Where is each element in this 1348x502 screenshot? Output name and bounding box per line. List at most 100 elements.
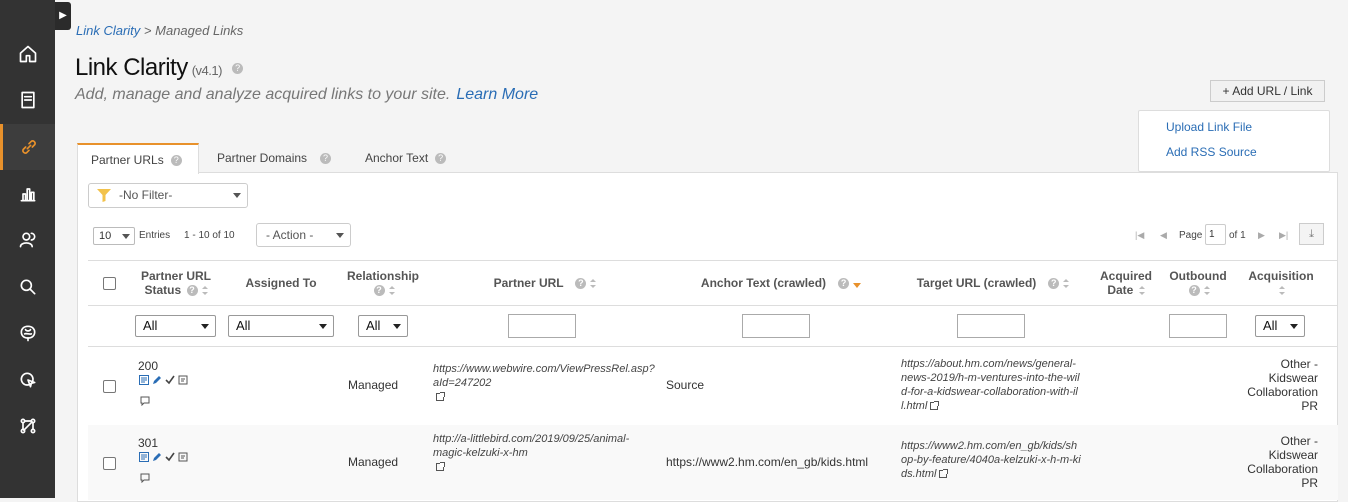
upload-link-file-item[interactable]: Upload Link File bbox=[1166, 120, 1252, 134]
check-icon[interactable] bbox=[165, 375, 175, 385]
partner-url-filter-input[interactable] bbox=[508, 314, 576, 338]
status-code: 301 bbox=[138, 436, 159, 450]
learn-more-link[interactable]: Learn More bbox=[456, 86, 538, 103]
sidebar-item-links[interactable] bbox=[0, 124, 55, 170]
sort-icon[interactable] bbox=[1063, 279, 1070, 289]
action-value: - Action - bbox=[266, 228, 314, 242]
help-icon[interactable]: ? bbox=[170, 155, 182, 167]
page-input[interactable]: 1 bbox=[1205, 224, 1226, 245]
sidebar-item-documents[interactable] bbox=[0, 77, 55, 123]
column-header-status[interactable]: Partner URL Status ? bbox=[130, 269, 222, 297]
target-url-link[interactable]: https://about.hm.com/news/general-news-2… bbox=[901, 357, 1081, 413]
next-page-icon[interactable]: ▶ bbox=[1258, 230, 1265, 241]
status-filter-select[interactable]: All bbox=[135, 315, 216, 337]
column-header-label: Outbound bbox=[1169, 269, 1227, 283]
sidebar-item-search[interactable] bbox=[0, 264, 55, 310]
external-link-icon[interactable] bbox=[436, 462, 445, 472]
sidebar-toggle[interactable]: ▶ bbox=[55, 2, 71, 30]
sort-icon[interactable] bbox=[388, 286, 395, 296]
note-icon[interactable] bbox=[178, 452, 188, 462]
assigned-filter-select[interactable]: All bbox=[228, 315, 334, 337]
sort-icon[interactable] bbox=[201, 286, 208, 296]
help-icon[interactable]: ? bbox=[1048, 278, 1060, 290]
comment-icon[interactable] bbox=[140, 473, 150, 483]
edit-icon[interactable] bbox=[152, 375, 162, 385]
entries-select[interactable]: 10 bbox=[93, 227, 135, 245]
sidebar-item-network[interactable] bbox=[0, 403, 55, 449]
anchor-text-value: Source bbox=[666, 378, 705, 392]
partner-url-text: https://www.webwire.com/ViewPressRel.asp… bbox=[433, 363, 655, 389]
page-label: Page bbox=[1179, 230, 1203, 241]
help-icon[interactable]: ? bbox=[231, 63, 243, 75]
column-header-acquisition[interactable]: Acquisition bbox=[1240, 269, 1322, 297]
comment-icon[interactable] bbox=[140, 396, 150, 406]
help-icon[interactable]: ? bbox=[320, 153, 332, 165]
sort-desc-icon[interactable] bbox=[853, 279, 862, 289]
action-select[interactable]: - Action - bbox=[256, 223, 351, 247]
external-link-icon[interactable] bbox=[930, 401, 940, 411]
range-label: 1 - 10 of 10 bbox=[184, 230, 235, 241]
help-icon[interactable]: ? bbox=[186, 285, 198, 297]
column-header-acquired-date[interactable]: Acquired Date bbox=[1090, 269, 1162, 297]
acquisition-filter-select[interactable]: All bbox=[1255, 315, 1305, 337]
check-icon[interactable] bbox=[165, 452, 175, 462]
chevron-down-icon bbox=[1290, 324, 1298, 329]
column-header-partner-url[interactable]: Partner URL ? bbox=[460, 276, 630, 290]
help-icon[interactable]: ? bbox=[575, 278, 587, 290]
add-rss-source-item[interactable]: Add RSS Source bbox=[1166, 145, 1257, 159]
help-icon[interactable]: ? bbox=[838, 278, 850, 290]
column-header-outbound[interactable]: Outbound? bbox=[1164, 269, 1232, 297]
details-icon[interactable] bbox=[139, 375, 149, 385]
sidebar-item-users[interactable] bbox=[0, 217, 55, 263]
sidebar-item-analytics[interactable] bbox=[0, 171, 55, 217]
edit-icon[interactable] bbox=[152, 452, 162, 462]
help-icon[interactable]: ? bbox=[373, 285, 385, 297]
column-header-anchor-text[interactable]: Anchor Text (crawled) ? bbox=[680, 276, 880, 290]
anchor-text-filter-input[interactable] bbox=[742, 314, 810, 338]
chevron-down-icon bbox=[233, 193, 241, 198]
target-url-link[interactable]: https://www2.hm.com/en_gb/kids/shop-by-f… bbox=[901, 439, 1081, 481]
last-page-icon[interactable]: ▶| bbox=[1279, 230, 1288, 241]
row-checkbox[interactable] bbox=[103, 457, 116, 470]
sort-icon[interactable] bbox=[590, 279, 597, 289]
note-icon[interactable] bbox=[178, 375, 188, 385]
sort-icon[interactable] bbox=[1138, 286, 1145, 296]
target-url-filter-input[interactable] bbox=[957, 314, 1025, 338]
cursor-target-icon bbox=[20, 372, 36, 388]
prev-page-icon[interactable]: ◀ bbox=[1160, 230, 1167, 241]
sort-icon[interactable] bbox=[1203, 286, 1210, 296]
sidebar-item-targeting[interactable] bbox=[0, 357, 55, 403]
sort-icon[interactable] bbox=[1279, 286, 1285, 296]
breadcrumb-current: Managed Links bbox=[155, 23, 244, 38]
external-link-icon[interactable] bbox=[939, 469, 949, 479]
row-checkbox[interactable] bbox=[103, 380, 116, 393]
sidebar-item-insights[interactable] bbox=[0, 310, 55, 356]
column-header-relationship[interactable]: Relationship? bbox=[340, 269, 426, 297]
tab-partner-domains[interactable]: Partner Domains? bbox=[217, 143, 332, 173]
outbound-filter-input[interactable] bbox=[1169, 314, 1227, 338]
filter-select[interactable]: -No Filter- bbox=[88, 183, 248, 208]
breadcrumb: Link Clarity > Managed Links bbox=[76, 23, 243, 38]
tab-anchor-text[interactable]: Anchor Text? bbox=[365, 143, 447, 173]
partner-url-link[interactable]: https://www.webwire.com/ViewPressRel.asp… bbox=[433, 362, 655, 404]
details-icon[interactable] bbox=[139, 452, 149, 462]
column-header-assigned[interactable]: Assigned To bbox=[236, 276, 326, 290]
help-icon[interactable]: ? bbox=[1188, 285, 1200, 297]
add-url-link-button[interactable]: + Add URL / Link bbox=[1210, 80, 1325, 102]
help-icon[interactable]: ? bbox=[435, 153, 447, 165]
column-header-target-url[interactable]: Target URL (crawled) ? bbox=[898, 276, 1088, 290]
first-page-icon[interactable]: |◀ bbox=[1135, 230, 1144, 241]
select-all-checkbox[interactable] bbox=[103, 277, 116, 290]
column-header-label: Acquisition bbox=[1248, 269, 1314, 283]
tab-partner-urls[interactable]: Partner URLs? bbox=[77, 143, 199, 174]
status-code: 200 bbox=[138, 359, 159, 373]
sidebar-item-home[interactable] bbox=[0, 31, 55, 77]
chevron-down-icon bbox=[336, 233, 344, 238]
relationship-filter-select[interactable]: All bbox=[358, 315, 408, 337]
download-button[interactable]: ⤓ bbox=[1299, 223, 1324, 245]
partner-url-link[interactable]: http://a-littlebird.com/2019/09/25/anima… bbox=[433, 432, 653, 474]
column-header-label: Relationship bbox=[346, 269, 419, 283]
add-menu: Upload Link File Add RSS Source bbox=[1138, 110, 1330, 172]
external-link-icon[interactable] bbox=[436, 392, 445, 402]
breadcrumb-link-root[interactable]: Link Clarity bbox=[76, 23, 140, 38]
